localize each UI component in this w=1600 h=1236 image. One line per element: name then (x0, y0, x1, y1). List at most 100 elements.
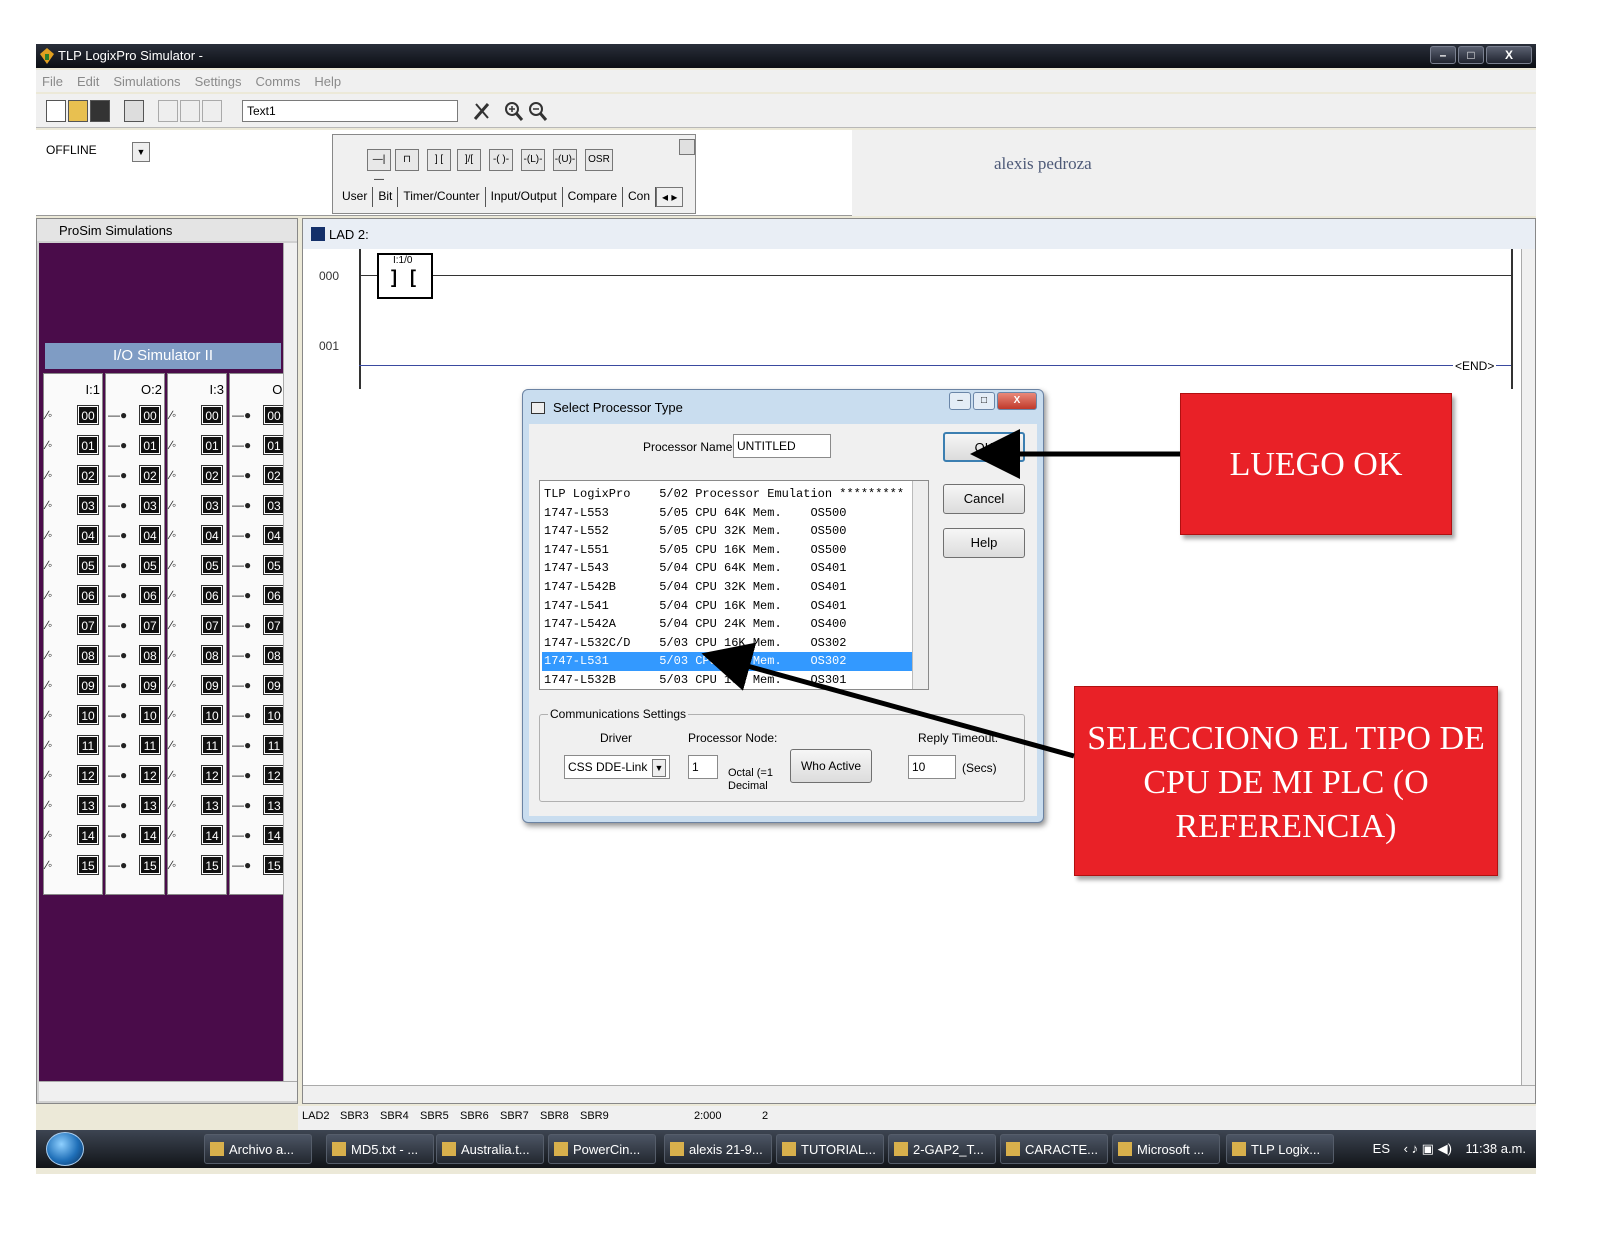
tab-sbr8[interactable]: SBR8 (540, 1110, 569, 1122)
who-active-button[interactable]: Who Active (790, 749, 872, 783)
input-switch[interactable]: ∕◦ 00 (46, 402, 102, 432)
processor-list-item[interactable]: 1747-L543 5/04 CPU 64K Mem. OS401 (542, 559, 912, 578)
new-file-icon[interactable] (46, 100, 66, 122)
input-switch[interactable]: ∕◦ 10 (170, 702, 226, 732)
tab-sbr3[interactable]: SBR3 (340, 1110, 369, 1122)
taskbar-item[interactable]: TLP Logix... (1226, 1134, 1334, 1164)
menu-edit[interactable]: Edit (77, 74, 99, 89)
input-switch[interactable]: ∕◦ 03 (46, 492, 102, 522)
close-button[interactable]: X (1486, 46, 1532, 64)
input-switch[interactable]: ∕◦ 15 (46, 852, 102, 882)
osr-instruction-icon[interactable]: OSR (585, 149, 613, 171)
menu-simulations[interactable]: Simulations (113, 74, 180, 89)
input-switch[interactable]: ∕◦ 02 (170, 462, 226, 492)
input-switch[interactable]: ∕◦ 09 (46, 672, 102, 702)
print-icon[interactable] (124, 100, 144, 122)
menu-file[interactable]: File (42, 74, 63, 89)
ok-button[interactable]: OK (943, 432, 1025, 462)
processor-list-item[interactable]: 1747-L531 5/03 CPU 8K Mem. OS302 (542, 652, 912, 672)
processor-list-item[interactable]: 1747-L542A 5/04 CPU 24K Mem. OS400 (542, 615, 912, 634)
processor-list-item[interactable]: TLP LogixPro 5/02 Processor Emulation **… (542, 485, 912, 504)
tab-sbr4[interactable]: SBR4 (380, 1110, 409, 1122)
ladder-vertical-scrollbar[interactable] (1521, 249, 1535, 1085)
tab-input-output[interactable]: Input/Output (486, 187, 563, 207)
input-switch[interactable]: ∕◦ 07 (46, 612, 102, 642)
input-switch[interactable]: ∕◦ 11 (170, 732, 226, 762)
input-switch[interactable]: ∕◦ 13 (170, 792, 226, 822)
input-switch[interactable]: ∕◦ 13 (46, 792, 102, 822)
input-switch[interactable]: ∕◦ 12 (46, 762, 102, 792)
processor-name-input[interactable]: UNTITLED (733, 434, 831, 458)
input-switch[interactable]: ∕◦ 01 (170, 432, 226, 462)
input-switch[interactable]: ∕◦ 14 (46, 822, 102, 852)
input-switch[interactable]: ∕◦ 07 (170, 612, 226, 642)
taskbar-item[interactable]: alexis 21-9... (664, 1134, 772, 1164)
reply-timeout-input[interactable]: 10 (908, 755, 956, 779)
tab-scroll-arrows[interactable]: ◂ ▸ (656, 187, 684, 207)
paste-icon[interactable] (202, 100, 222, 122)
input-switch[interactable]: ∕◦ 04 (46, 522, 102, 552)
copy-icon[interactable] (180, 100, 200, 122)
tools-icon[interactable] (472, 100, 492, 122)
input-switch[interactable]: ∕◦ 05 (46, 552, 102, 582)
tab-lad2[interactable]: LAD2 (302, 1110, 330, 1122)
input-switch[interactable]: ∕◦ 11 (46, 732, 102, 762)
open-folder-icon[interactable] (68, 100, 88, 122)
tab-sbr7[interactable]: SBR7 (500, 1110, 529, 1122)
clock[interactable]: 11:38 a.m. (1466, 1141, 1526, 1156)
tab-user[interactable]: User (337, 187, 374, 207)
processor-list-item[interactable]: 1747-L542B 5/04 CPU 32K Mem. OS401 (542, 578, 912, 597)
input-switch[interactable]: ∕◦ 06 (46, 582, 102, 612)
tab-sbr9[interactable]: SBR9 (580, 1110, 609, 1122)
zoom-out-icon[interactable] (528, 100, 548, 122)
input-switch[interactable]: ∕◦ 05 (170, 552, 226, 582)
menu-help[interactable]: Help (314, 74, 341, 89)
menu-settings[interactable]: Settings (195, 74, 242, 89)
start-button[interactable] (46, 1132, 84, 1166)
prosim-horizontal-scrollbar[interactable] (39, 1081, 297, 1101)
taskbar-item[interactable]: CARACTE... (1000, 1134, 1108, 1164)
cancel-button[interactable]: Cancel (943, 484, 1025, 514)
xic-instruction-icon[interactable]: ] [ (427, 149, 451, 171)
prosim-vertical-scrollbar[interactable] (283, 243, 297, 1081)
ote-instruction-icon[interactable]: -( )- (489, 149, 513, 171)
input-switch[interactable]: ∕◦ 09 (170, 672, 226, 702)
taskbar-item[interactable]: TUTORIAL... (776, 1134, 884, 1164)
input-switch[interactable]: ∕◦ 04 (170, 522, 226, 552)
taskbar-item[interactable]: MD5.txt - ... (326, 1134, 434, 1164)
xic-contact[interactable]: I:1/0 ] [ (377, 253, 433, 299)
input-switch[interactable]: ∕◦ 08 (170, 642, 226, 672)
menu-comms[interactable]: Comms (256, 74, 301, 89)
dialog-maximize-button[interactable]: □ (973, 392, 995, 410)
processor-list-item[interactable]: 1747-L541 5/04 CPU 16K Mem. OS401 (542, 597, 912, 616)
chevron-down-icon[interactable]: ▼ (652, 759, 666, 777)
input-switch[interactable]: ∕◦ 06 (170, 582, 226, 612)
processor-list-item[interactable]: 1747-L532C/D 5/03 CPU 16K Mem. OS302 (542, 634, 912, 653)
ladder-horizontal-scrollbar[interactable] (303, 1085, 1535, 1103)
tab-bit[interactable]: Bit (373, 187, 399, 207)
otl-instruction-icon[interactable]: -(L)- (521, 149, 545, 171)
processor-node-input[interactable]: 1 (688, 755, 718, 779)
otu-instruction-icon[interactable]: -(U)- (553, 149, 577, 171)
help-button[interactable]: Help (943, 528, 1025, 558)
tray-icons[interactable]: ‹ ♪ ▣ ◀) (1404, 1141, 1452, 1156)
processor-list-item[interactable]: 1747-L552 5/05 CPU 32K Mem. OS500 (542, 522, 912, 541)
taskbar-item[interactable]: Archivo a... (204, 1134, 312, 1164)
input-switch[interactable]: ∕◦ 14 (170, 822, 226, 852)
input-switch[interactable]: ∕◦ 12 (170, 762, 226, 792)
chevron-down-icon[interactable]: ▼ (132, 142, 150, 162)
processor-list-item[interactable]: 1747-L553 5/05 CPU 64K Mem. OS500 (542, 504, 912, 523)
tab-timer-counter[interactable]: Timer/Counter (398, 187, 486, 207)
text-field[interactable]: Text1 (242, 100, 458, 122)
input-switch[interactable]: ∕◦ 08 (46, 642, 102, 672)
taskbar-item[interactable]: PowerCin... (548, 1134, 656, 1164)
tab-sbr6[interactable]: SBR6 (460, 1110, 489, 1122)
minimize-button[interactable]: – (1430, 46, 1456, 64)
processor-list-item[interactable]: 1747-L551 5/05 CPU 16K Mem. OS500 (542, 541, 912, 560)
dialog-minimize-button[interactable]: – (949, 392, 971, 410)
zoom-in-icon[interactable] (504, 100, 524, 122)
input-switch[interactable]: ∕◦ 02 (46, 462, 102, 492)
taskbar-item[interactable]: Microsoft ... (1112, 1134, 1220, 1164)
xio-instruction-icon[interactable]: ]/[ (457, 149, 481, 171)
input-switch[interactable]: ∕◦ 01 (46, 432, 102, 462)
